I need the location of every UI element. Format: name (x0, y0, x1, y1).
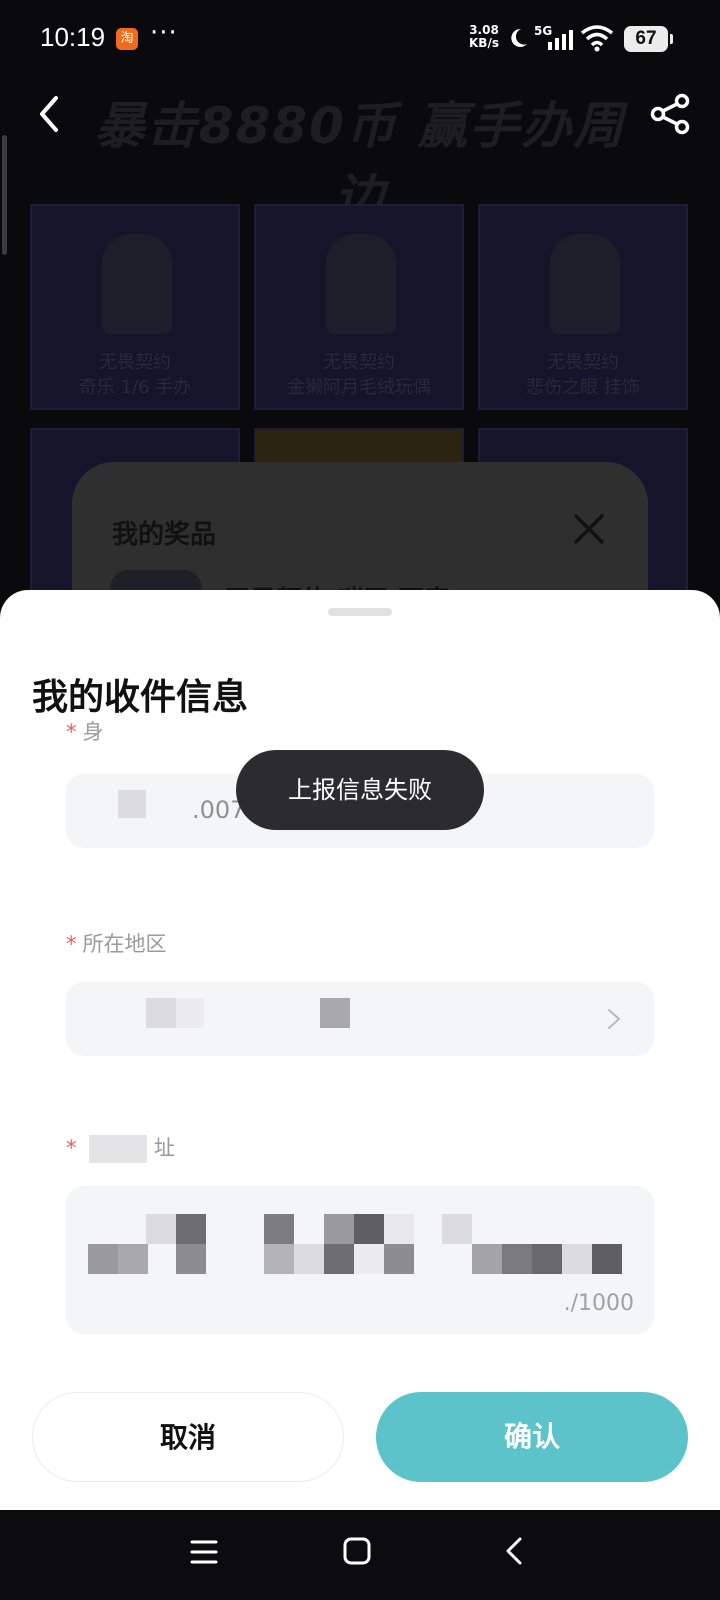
phone-field-label: * 身 (66, 716, 104, 746)
prize-tile[interactable]: 无畏契约 悲伤之眼 挂饰 (478, 204, 688, 410)
back-icon[interactable] (30, 92, 70, 136)
more-notifications-icon: ··· (150, 18, 178, 48)
prize-figure-image (102, 234, 172, 334)
redacted-block (146, 998, 176, 1028)
prize-name: 无畏契约 (547, 352, 619, 373)
back-icon[interactable] (502, 1536, 526, 1566)
signal-5g-icon: 5G (534, 24, 574, 52)
required-star: * (66, 720, 77, 744)
shipping-info-sheet: 我的收件信息 * 身 .0076 * 所在地区 * 址 ./1000 (0, 590, 720, 1510)
prize-subtitle: 悲伤之眼 挂饰 (526, 377, 640, 398)
region-label-text: 所在地区 (82, 932, 167, 956)
address-textarea[interactable]: ./1000 (66, 1186, 654, 1334)
phone-label-text: 身 (82, 720, 104, 744)
region-selector[interactable] (66, 982, 654, 1056)
redacted-block (118, 790, 146, 818)
menu-icon[interactable] (190, 1538, 218, 1566)
taobao-notification-icon: 淘 (116, 28, 138, 50)
prize-subtitle: 金獭阿月毛绒玩偶 (287, 377, 431, 398)
confirm-button[interactable]: 确认 (376, 1392, 688, 1482)
prize-tile[interactable]: 无畏契约 金獭阿月毛绒玩偶 (254, 204, 464, 410)
prize-name: 无畏契约 (99, 352, 171, 373)
scroll-indicator (2, 135, 7, 255)
status-bar: 10:19 淘 ··· 3.08 KB/s 5G 67 (0, 0, 720, 80)
network-speed-unit: KB/s (469, 36, 499, 50)
close-icon[interactable] (572, 512, 606, 546)
redacted-block (89, 1135, 148, 1163)
home-icon[interactable] (342, 1536, 372, 1566)
network-speed: 3.08 KB/s (464, 24, 504, 50)
cancel-button[interactable]: 取消 (32, 1392, 344, 1482)
address-label-text: 址 (153, 1136, 175, 1160)
error-toast: 上报信息失败 (236, 750, 484, 830)
required-star: * (66, 932, 77, 956)
wifi-icon (580, 25, 614, 52)
sheet-title: 我的收件信息 (32, 677, 249, 718)
sheet-drag-handle[interactable] (328, 608, 392, 616)
share-icon[interactable] (648, 92, 692, 136)
character-counter: ./1000 (563, 1291, 634, 1316)
redacted-block (176, 998, 204, 1028)
prize-plush-image (326, 234, 396, 334)
prize-subtitle: 奇乐 1/6 手办 (78, 377, 192, 398)
redacted-block (320, 998, 350, 1028)
prize-tile[interactable]: 无畏契约 奇乐 1/6 手办 (30, 204, 240, 410)
status-time: 10:19 (40, 22, 106, 52)
moon-icon (511, 28, 527, 47)
prize-name: 无畏契约 (323, 352, 395, 373)
required-star: * (66, 1136, 77, 1160)
region-field-label: * 所在地区 (66, 928, 167, 958)
battery-icon: 67 (624, 26, 673, 52)
system-nav-bar (0, 1510, 720, 1600)
address-field-label: * 址 (66, 1132, 175, 1163)
my-prizes-title: 我的奖品 (112, 520, 217, 550)
chevron-right-icon (608, 1009, 621, 1029)
prize-charm-image (550, 234, 620, 334)
